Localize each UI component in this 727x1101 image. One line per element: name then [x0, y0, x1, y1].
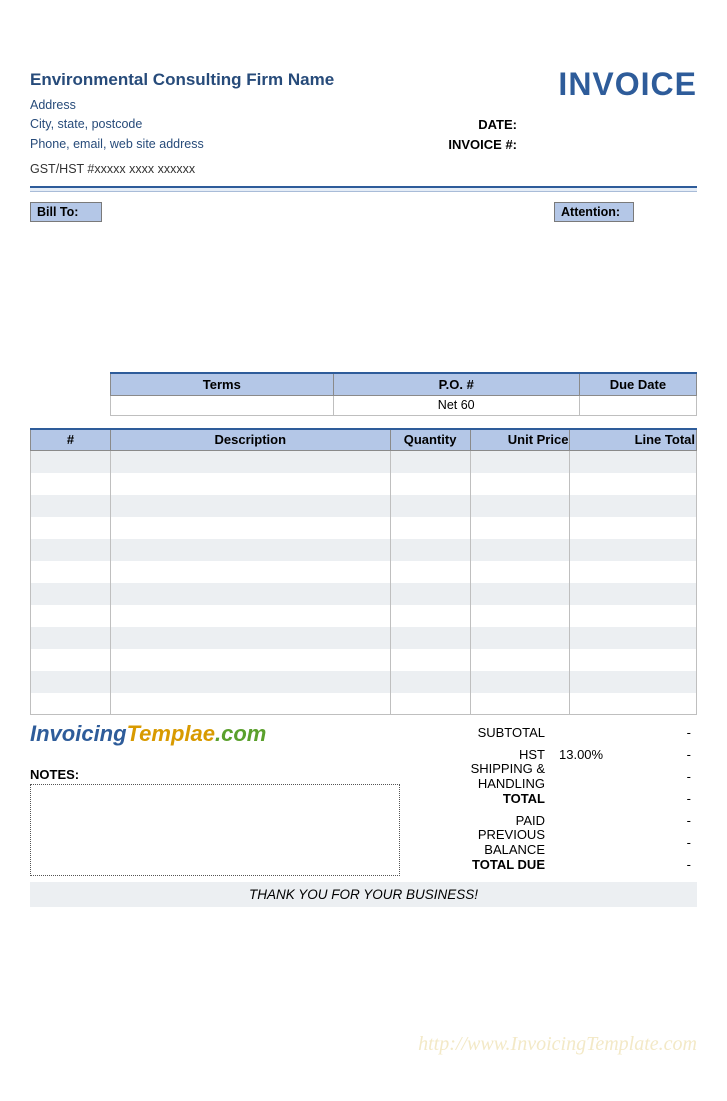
date-label: DATE:: [448, 115, 517, 135]
firm-name: Environmental Consulting Firm Name: [30, 70, 334, 90]
total-due-label: TOTAL DUE: [452, 857, 555, 872]
item-row: [31, 627, 697, 649]
subtotal-value: -: [617, 725, 697, 740]
hst-rate: 13.00%: [555, 747, 617, 762]
shipping-label: SHIPPING & HANDLING: [452, 761, 555, 791]
po-header: P.O. #: [333, 373, 579, 395]
hst-value: -: [617, 747, 697, 762]
firm-address-block: Address City, state, postcode Phone, ema…: [30, 96, 334, 154]
invoice-number-label: INVOICE #:: [448, 135, 517, 155]
totals-block: SUBTOTAL- HST13.00%- SHIPPING & HANDLING…: [452, 721, 697, 876]
watermark: http://www.InvoicingTemplate.com: [418, 1033, 697, 1056]
item-row: [31, 649, 697, 671]
items-table: # Description Quantity Unit Price Line T…: [30, 428, 697, 716]
terms-table: Terms P.O. # Due Date Net 60: [110, 372, 697, 416]
item-row: [31, 539, 697, 561]
notes-box[interactable]: [30, 784, 400, 876]
previous-balance-value: -: [617, 835, 697, 850]
item-row: [31, 451, 697, 473]
previous-balance-label: PREVIOUS BALANCE: [452, 827, 555, 857]
subtotal-label: SUBTOTAL: [452, 725, 555, 740]
terms-header: Terms: [111, 373, 334, 395]
logo-part2: Templae: [127, 721, 215, 746]
firm-city-line: City, state, postcode: [30, 115, 334, 134]
due-date-header: Due Date: [579, 373, 696, 395]
item-row: [31, 693, 697, 715]
total-label: TOTAL: [452, 791, 555, 806]
total-value: -: [617, 791, 697, 806]
col-price-header: Unit Price: [470, 429, 570, 451]
item-row: [31, 583, 697, 605]
firm-address: Address: [30, 96, 334, 115]
logo: InvoicingTemplae.com: [30, 721, 442, 747]
notes-label: NOTES:: [30, 767, 442, 782]
hst-label: HST: [452, 747, 555, 762]
item-row: [31, 473, 697, 495]
invoice-title: INVOICE: [448, 66, 697, 103]
header-right: INVOICE DATE: INVOICE #:: [448, 70, 697, 154]
bill-to-label: Bill To:: [30, 202, 102, 222]
terms-value: [111, 395, 334, 415]
shipping-value: -: [617, 769, 697, 784]
item-row: [31, 605, 697, 627]
due-date-value: [579, 395, 696, 415]
item-row: [31, 671, 697, 693]
gst-hst-number: GST/HST #xxxxx xxxx xxxxxx: [30, 162, 334, 176]
col-qty-header: Quantity: [390, 429, 470, 451]
item-row: [31, 517, 697, 539]
thank-you-message: THANK YOU FOR YOUR BUSINESS!: [30, 882, 697, 907]
col-num-header: #: [31, 429, 111, 451]
firm-contact-line: Phone, email, web site address: [30, 135, 334, 154]
header-left: Environmental Consulting Firm Name Addre…: [30, 70, 334, 176]
paid-value: -: [617, 813, 697, 828]
paid-label: PAID: [452, 813, 555, 828]
attention-label: Attention:: [554, 202, 634, 222]
header-divider: [30, 186, 697, 192]
total-due-value: -: [617, 857, 697, 872]
logo-part1: Invoicing: [30, 721, 127, 746]
col-desc-header: Description: [110, 429, 390, 451]
logo-part3: .com: [215, 721, 266, 746]
item-row: [31, 561, 697, 583]
col-total-header: Line Total: [570, 429, 697, 451]
po-value: Net 60: [333, 395, 579, 415]
item-row: [31, 495, 697, 517]
terms-row: Net 60: [111, 395, 697, 415]
